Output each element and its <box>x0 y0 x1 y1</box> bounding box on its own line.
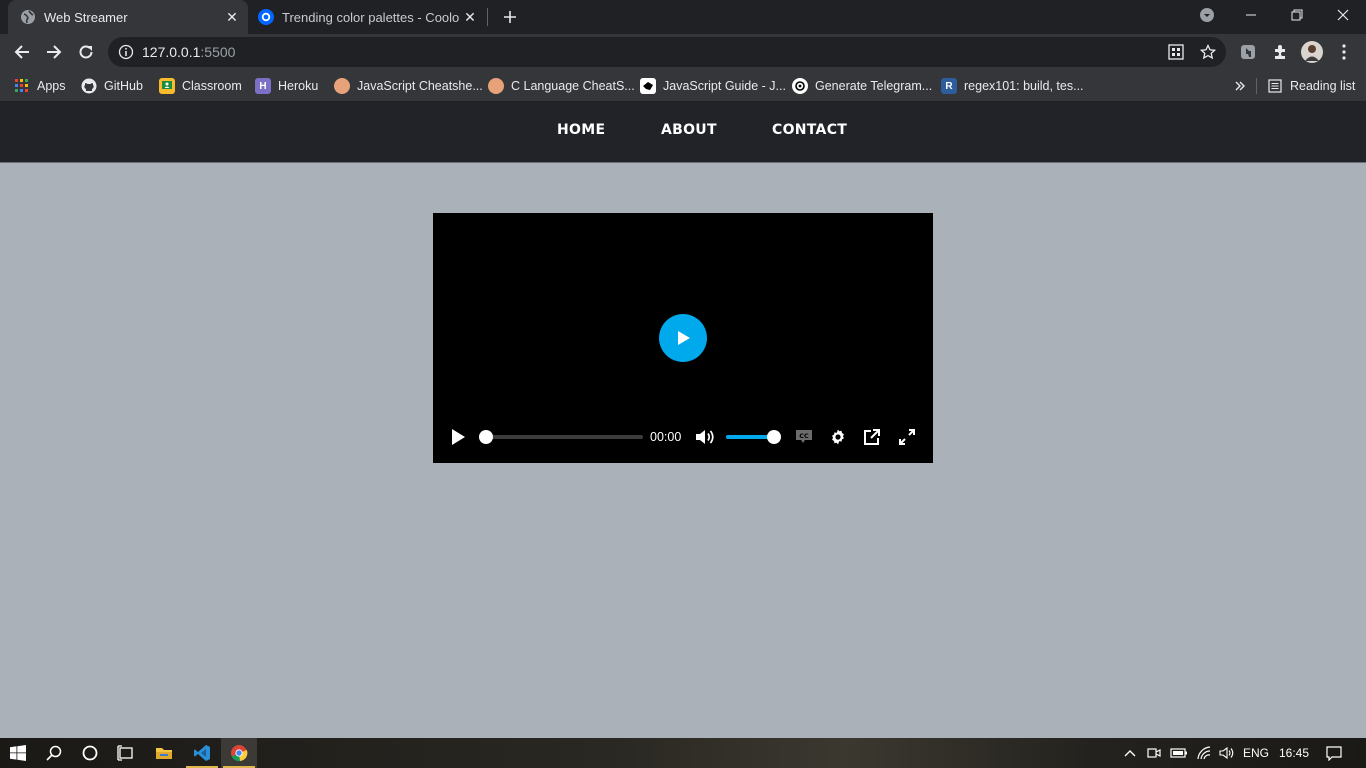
browser-toolbar: 127.0.0.1:5500 <box>0 34 1366 70</box>
classroom-icon <box>159 78 175 94</box>
bookmark-regex101[interactable]: R regex101: build, tes... <box>941 76 1084 96</box>
captions-button[interactable]: CC <box>792 427 816 447</box>
nav-home-link[interactable]: HOME <box>557 122 605 138</box>
tab-title: Web Streamer <box>44 9 128 25</box>
tab-separator <box>487 8 488 26</box>
language-indicator[interactable]: ENG <box>1240 738 1272 768</box>
avatar-icon <box>334 78 350 94</box>
reading-list-icon <box>1267 78 1283 94</box>
forward-arrow-icon[interactable] <box>40 38 68 66</box>
fullscreen-button[interactable] <box>896 427 918 447</box>
extension-icon[interactable] <box>1234 38 1262 66</box>
seek-bar[interactable] <box>479 430 643 444</box>
volume-handle[interactable] <box>767 430 781 444</box>
search-icon[interactable] <box>36 738 72 768</box>
bookmark-javascript-cheatsheet[interactable]: JavaScript Cheatshe... <box>334 76 483 96</box>
bookmark-classroom[interactable]: Classroom <box>159 76 242 96</box>
reload-icon[interactable] <box>72 38 100 66</box>
current-time: 00:00 <box>650 430 682 444</box>
coolors-icon <box>258 9 274 25</box>
cortana-icon[interactable] <box>72 738 108 768</box>
notifications-icon[interactable] <box>1320 738 1348 768</box>
bookmark-star-icon[interactable] <box>1194 38 1222 66</box>
meet-now-icon[interactable] <box>1144 738 1164 768</box>
tab-coolors[interactable]: Trending color palettes - Coolors ✕ <box>250 0 486 34</box>
gear-icon <box>832 429 844 445</box>
vscode-icon[interactable] <box>184 738 220 768</box>
heroku-icon: H <box>255 78 271 94</box>
play-button[interactable] <box>448 427 468 447</box>
minimize-icon[interactable] <box>1228 0 1274 30</box>
battery-icon[interactable] <box>1168 738 1190 768</box>
task-view-icon[interactable] <box>108 738 144 768</box>
address-bar[interactable]: 127.0.0.1:5500 <box>108 37 1226 67</box>
fullscreen-expand-icon <box>899 429 915 445</box>
close-window-icon[interactable] <box>1320 0 1366 30</box>
back-arrow-icon[interactable] <box>8 38 36 66</box>
seek-handle[interactable] <box>479 430 493 444</box>
globe-icon <box>20 9 36 25</box>
chrome-icon[interactable] <box>221 738 257 768</box>
bookmark-favicon-icon <box>792 78 808 94</box>
nav-contact-link[interactable]: CONTACT <box>772 122 847 138</box>
bookmarks-bar: Apps GitHub Classroom H Heroku JavaScrip… <box>0 70 1366 102</box>
bookmark-generate-telegram[interactable]: Generate Telegram... <box>792 76 932 96</box>
qr-code-icon[interactable] <box>1162 38 1190 66</box>
settings-button[interactable] <box>827 427 849 447</box>
play-icon <box>678 331 690 345</box>
close-tab-icon[interactable]: ✕ <box>460 7 480 27</box>
bookmark-apps[interactable]: Apps <box>14 76 66 96</box>
new-tab-plus-icon[interactable] <box>498 5 522 29</box>
tab-title: Trending color palettes - Coolors <box>282 9 460 25</box>
nav-about-link[interactable]: ABOUT <box>661 122 717 138</box>
video-player[interactable]: 00:00 CC <box>433 213 933 463</box>
site-info-icon[interactable] <box>118 44 134 60</box>
url-text: 127.0.0.1:5500 <box>142 44 236 60</box>
avatar-icon <box>488 78 504 94</box>
volume-button[interactable] <box>693 427 717 447</box>
taskbar-clock[interactable]: 16:45 <box>1272 738 1316 768</box>
browser-tab-strip: Web Streamer ✕ Trending color palettes -… <box>0 0 1366 34</box>
reading-list-button[interactable]: Reading list <box>1267 76 1355 96</box>
tab-web-streamer[interactable]: Web Streamer ✕ <box>8 0 248 34</box>
puzzle-extensions-icon[interactable] <box>1266 38 1294 66</box>
tab-search-icon[interactable] <box>1184 0 1230 30</box>
volume-slider[interactable] <box>726 430 781 444</box>
bookmarks-separator <box>1256 78 1257 94</box>
github-icon <box>81 78 97 94</box>
show-hidden-icons-chevron-icon[interactable] <box>1120 738 1140 768</box>
closed-captions-icon: CC <box>796 430 812 443</box>
popout-button[interactable] <box>861 427 883 447</box>
bookmark-github[interactable]: GitHub <box>81 76 143 96</box>
apps-grid-icon <box>14 78 30 94</box>
profile-avatar[interactable] <box>1298 38 1326 66</box>
windows-start-icon[interactable] <box>0 738 36 768</box>
large-play-button[interactable] <box>659 314 707 362</box>
bookmark-heroku[interactable]: H Heroku <box>255 76 318 96</box>
bookmark-javascript-guide[interactable]: JavaScript Guide - J... <box>640 76 786 96</box>
bookmark-c-language-cheatsheet[interactable]: C Language CheatS... <box>488 76 635 96</box>
site-navbar: HOME ABOUT CONTACT <box>0 102 1366 163</box>
play-icon <box>452 429 465 445</box>
svg-text:CC: CC <box>799 432 809 440</box>
wifi-icon[interactable] <box>1193 738 1215 768</box>
volume-icon <box>696 430 714 444</box>
windows-taskbar: ENG 16:45 <box>0 738 1366 768</box>
bookmark-favicon-icon <box>640 78 656 94</box>
restore-icon[interactable] <box>1274 0 1320 30</box>
file-explorer-icon[interactable] <box>146 738 182 768</box>
regex101-icon: R <box>941 78 957 94</box>
close-tab-icon[interactable]: ✕ <box>222 7 242 27</box>
external-link-icon <box>864 429 880 445</box>
speaker-icon[interactable] <box>1216 738 1238 768</box>
more-bookmarks-chevron-icon[interactable] <box>1234 76 1246 96</box>
menu-kebab-icon[interactable] <box>1330 38 1358 66</box>
